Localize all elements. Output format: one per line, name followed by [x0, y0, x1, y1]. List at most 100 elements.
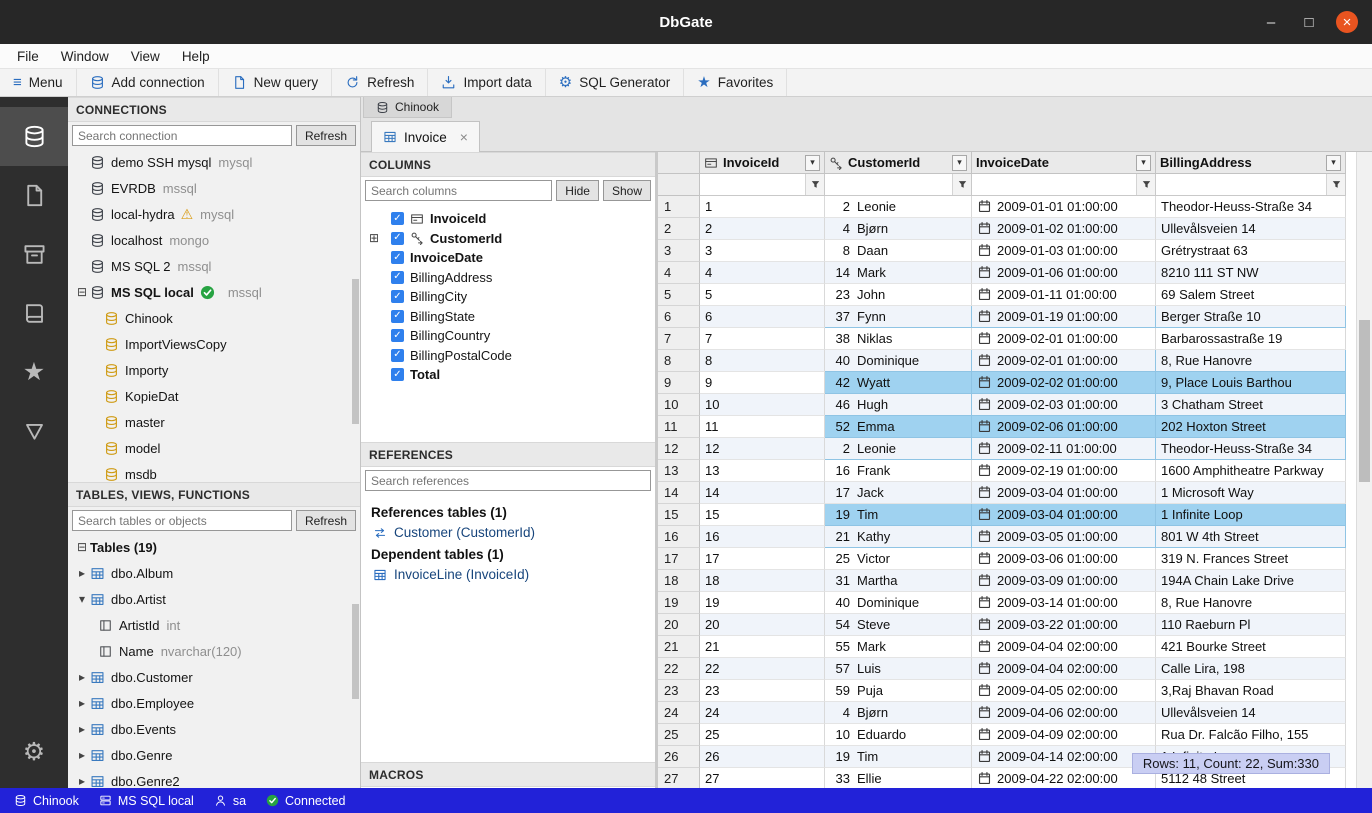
- cell-customerid[interactable]: 19Tim: [825, 504, 972, 526]
- cell-invoiceid[interactable]: 22: [700, 658, 825, 680]
- toolbar-sql-generator[interactable]: ⚙SQL Generator: [546, 69, 685, 96]
- cell-billingaddress[interactable]: Calle Lira, 198: [1156, 658, 1346, 680]
- cell-billingaddress[interactable]: 1600 Amphitheatre Parkway: [1156, 460, 1346, 482]
- cell-invoicedate[interactable]: 2009-03-04 01:00:00: [972, 482, 1156, 504]
- cell-invoiceid[interactable]: 6: [700, 306, 825, 328]
- close-button[interactable]: ×: [1336, 11, 1358, 33]
- checkbox-checked-icon[interactable]: ✓: [391, 212, 404, 225]
- row-number[interactable]: 10: [658, 394, 700, 416]
- cell-customerid[interactable]: 40Dominique: [825, 592, 972, 614]
- connections-scrollbar[interactable]: [352, 149, 359, 482]
- row-number[interactable]: 26: [658, 746, 700, 768]
- cell-billingaddress[interactable]: 8, Rue Hanovre: [1156, 350, 1346, 372]
- cell-invoicedate[interactable]: 2009-03-09 01:00:00: [972, 570, 1156, 592]
- checkbox-checked-icon[interactable]: ✓: [391, 349, 404, 362]
- activitybar-settings[interactable]: ⚙: [0, 723, 68, 782]
- cell-billingaddress[interactable]: 319 N. Frances Street: [1156, 548, 1346, 570]
- status-connected[interactable]: Connected: [256, 794, 355, 808]
- row-number[interactable]: 22: [658, 658, 700, 680]
- cell-invoiceid[interactable]: 2: [700, 218, 825, 240]
- checkbox-checked-icon[interactable]: ✓: [391, 290, 404, 303]
- columns-search-input[interactable]: [365, 180, 552, 201]
- activitybar-files[interactable]: [0, 166, 68, 225]
- cell-billingaddress[interactable]: 3 Chatham Street: [1156, 394, 1346, 416]
- cell-invoiceid[interactable]: 19: [700, 592, 825, 614]
- checkbox-checked-icon[interactable]: ✓: [391, 271, 404, 284]
- cell-invoicedate[interactable]: 2009-02-03 01:00:00: [972, 394, 1156, 416]
- column-check-row-billingcity[interactable]: ✓BillingCity: [361, 287, 655, 307]
- hide-button[interactable]: Hide: [556, 180, 599, 201]
- connection-item-evrdb[interactable]: EVRDBmssql: [68, 175, 360, 201]
- filter-input[interactable]: [972, 174, 1136, 195]
- cell-invoicedate[interactable]: 2009-03-22 01:00:00: [972, 614, 1156, 636]
- cell-invoiceid[interactable]: 10: [700, 394, 825, 416]
- cell-billingaddress[interactable]: 1 Microsoft Way: [1156, 482, 1346, 504]
- cell-invoicedate[interactable]: 2009-02-01 01:00:00: [972, 328, 1156, 350]
- cell-invoiceid[interactable]: 20: [700, 614, 825, 636]
- cell-invoiceid[interactable]: 3: [700, 240, 825, 262]
- row-number[interactable]: 3: [658, 240, 700, 262]
- column-check-row-invoiceid[interactable]: ✓InvoiceId: [361, 209, 655, 229]
- collapse-expander-icon[interactable]: ⊟: [74, 285, 90, 299]
- cell-billingaddress[interactable]: 3,Raj Bhavan Road: [1156, 680, 1346, 702]
- activitybar-archive[interactable]: [0, 225, 68, 284]
- tables-item-dbo-customer[interactable]: ▸dbo.Customer: [68, 664, 360, 690]
- row-number[interactable]: 19: [658, 592, 700, 614]
- column-dropdown-icon[interactable]: ▾: [805, 155, 820, 171]
- cell-invoiceid[interactable]: 18: [700, 570, 825, 592]
- cell-billingaddress[interactable]: Barbarossastraße 19: [1156, 328, 1346, 350]
- cell-invoicedate[interactable]: 2009-02-19 01:00:00: [972, 460, 1156, 482]
- cell-billingaddress[interactable]: 202 Hoxton Street: [1156, 416, 1346, 438]
- cell-invoiceid[interactable]: 9: [700, 372, 825, 394]
- tables-item-dbo-employee[interactable]: ▸dbo.Employee: [68, 690, 360, 716]
- tables-item-dbo-genre[interactable]: ▸dbo.Genre: [68, 742, 360, 768]
- cell-invoicedate[interactable]: 2009-04-06 02:00:00: [972, 702, 1156, 724]
- cell-customerid[interactable]: 2Leonie: [825, 196, 972, 218]
- activitybar-connections[interactable]: [0, 107, 68, 166]
- reference-link-invoiceline-invoiceid[interactable]: InvoiceLine (InvoiceId): [373, 567, 645, 582]
- row-number[interactable]: 25: [658, 724, 700, 746]
- cell-invoicedate[interactable]: 2009-04-09 02:00:00: [972, 724, 1156, 746]
- column-check-row-total[interactable]: ✓Total: [361, 365, 655, 385]
- cell-invoicedate[interactable]: 2009-02-06 01:00:00: [972, 416, 1156, 438]
- reference-link-customer-customerid[interactable]: Customer (CustomerId): [373, 525, 645, 540]
- connection-item-demo-ssh-mysql[interactable]: demo SSH mysqlmysql: [68, 149, 360, 175]
- connection-item-model[interactable]: model: [68, 435, 360, 461]
- activitybar-filters[interactable]: [0, 402, 68, 461]
- column-dropdown-icon[interactable]: ▾: [952, 155, 967, 171]
- column-header-billingaddress[interactable]: BillingAddress▾: [1156, 152, 1346, 174]
- menu-file[interactable]: File: [6, 47, 50, 66]
- menu-window[interactable]: Window: [50, 47, 120, 66]
- connections-refresh-button[interactable]: Refresh: [296, 125, 356, 146]
- row-number[interactable]: 9: [658, 372, 700, 394]
- cell-invoicedate[interactable]: 2009-01-03 01:00:00: [972, 240, 1156, 262]
- show-button[interactable]: Show: [603, 180, 651, 201]
- row-number[interactable]: 27: [658, 768, 700, 788]
- chevron-right-icon[interactable]: ▸: [74, 696, 90, 710]
- tables-search-input[interactable]: [72, 510, 292, 531]
- cell-customerid[interactable]: 38Niklas: [825, 328, 972, 350]
- tables-scroll-thumb[interactable]: [352, 604, 359, 699]
- cell-invoicedate[interactable]: 2009-02-11 01:00:00: [972, 438, 1156, 460]
- toolbar-new-query[interactable]: New query: [219, 69, 333, 96]
- cell-customerid[interactable]: 23John: [825, 284, 972, 306]
- row-number[interactable]: 12: [658, 438, 700, 460]
- filter-funnel-button[interactable]: [952, 174, 971, 195]
- chevron-right-icon[interactable]: ▸: [74, 748, 90, 762]
- cell-invoicedate[interactable]: 2009-03-05 01:00:00: [972, 526, 1156, 548]
- toolbar-menu[interactable]: ≡Menu: [0, 69, 77, 96]
- cell-invoiceid[interactable]: 24: [700, 702, 825, 724]
- activitybar-favorites[interactable]: ★: [0, 343, 68, 402]
- cell-invoiceid[interactable]: 14: [700, 482, 825, 504]
- cell-billingaddress[interactable]: 8210 111 ST NW: [1156, 262, 1346, 284]
- cell-invoicedate[interactable]: 2009-02-01 01:00:00: [972, 350, 1156, 372]
- cell-customerid[interactable]: 4Bjørn: [825, 218, 972, 240]
- tables-scrollbar[interactable]: [352, 534, 359, 788]
- cell-billingaddress[interactable]: Ullevålsveien 14: [1156, 218, 1346, 240]
- cell-customerid[interactable]: 16Frank: [825, 460, 972, 482]
- filter-input[interactable]: [1156, 174, 1326, 195]
- row-number[interactable]: 8: [658, 350, 700, 372]
- grid-scroll-thumb[interactable]: [1359, 320, 1370, 482]
- connection-item-chinook[interactable]: Chinook: [68, 305, 360, 331]
- cell-customerid[interactable]: 8Daan: [825, 240, 972, 262]
